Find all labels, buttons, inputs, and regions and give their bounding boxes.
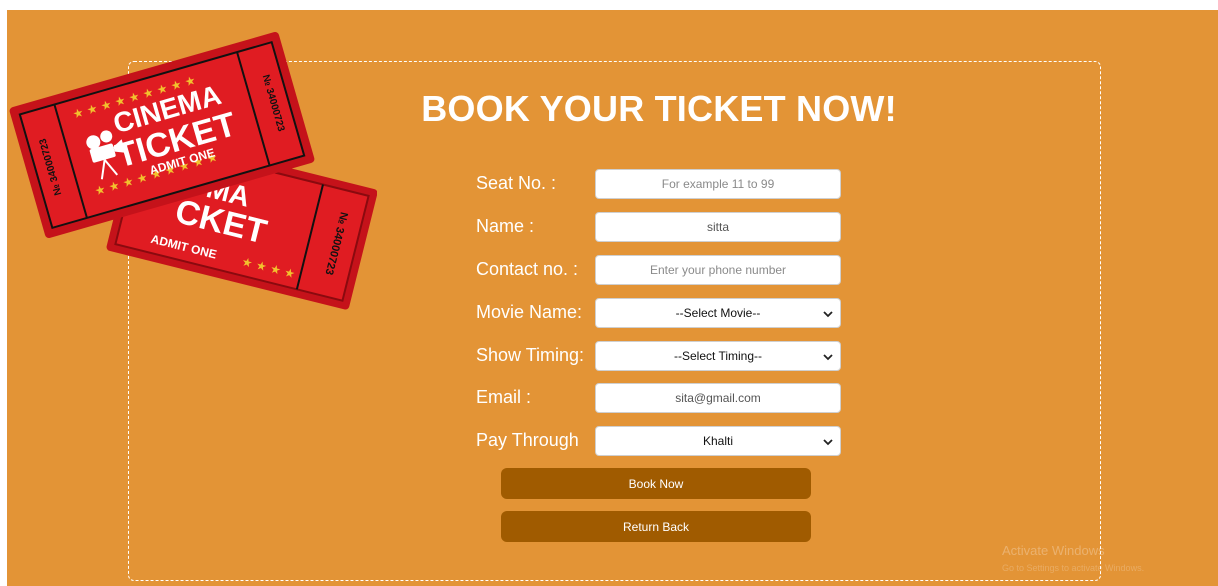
- seat-row: Seat No. :: [476, 169, 846, 199]
- cinema-ticket-icon: № 34000723 MA CKET ADMIT ONE ★ ★ ★ ★ № 3…: [9, 31, 377, 310]
- pay-select-value: Khalti: [702, 434, 734, 448]
- movie-select-value: --Select Movie--: [675, 306, 761, 320]
- activate-windows-title: Activate Windows: [1002, 543, 1105, 558]
- timing-label: Show Timing:: [476, 345, 585, 365]
- page-background: № 34000723 MA CKET ADMIT ONE ★ ★ ★ ★ № 3…: [7, 10, 1218, 586]
- activate-windows-subtitle: Go to Settings to activate Windows.: [1002, 563, 1145, 573]
- movie-select[interactable]: --Select Movie--: [595, 298, 841, 328]
- name-label: Name :: [476, 216, 535, 236]
- timing-select[interactable]: --Select Timing--: [595, 341, 841, 371]
- movie-label: Movie Name:: [476, 302, 583, 322]
- seat-label: Seat No. :: [476, 173, 557, 193]
- chevron-down-icon: [823, 311, 833, 318]
- email-row: Email :: [476, 383, 846, 413]
- email-input[interactable]: [595, 383, 841, 413]
- contact-row: Contact no. :: [476, 255, 846, 285]
- name-input[interactable]: [595, 212, 841, 242]
- movie-row: Movie Name: --Select Movie--: [476, 298, 846, 328]
- email-label: Email :: [476, 387, 532, 407]
- chevron-down-icon: [823, 439, 833, 446]
- book-now-button[interactable]: Book Now: [501, 468, 811, 499]
- chevron-down-icon: [823, 354, 833, 361]
- name-row: Name :: [476, 212, 846, 242]
- contact-label: Contact no. :: [476, 259, 579, 279]
- pay-row: Pay Through Khalti: [476, 426, 846, 456]
- pay-label: Pay Through: [476, 430, 579, 450]
- timing-select-value: --Select Timing--: [673, 349, 762, 363]
- return-back-button[interactable]: Return Back: [501, 511, 811, 542]
- pay-select[interactable]: Khalti: [595, 426, 841, 456]
- timing-row: Show Timing: --Select Timing--: [476, 341, 846, 371]
- seat-input[interactable]: [595, 169, 841, 199]
- contact-input[interactable]: [595, 255, 841, 285]
- page-title: BOOK YOUR TICKET NOW!: [421, 88, 897, 129]
